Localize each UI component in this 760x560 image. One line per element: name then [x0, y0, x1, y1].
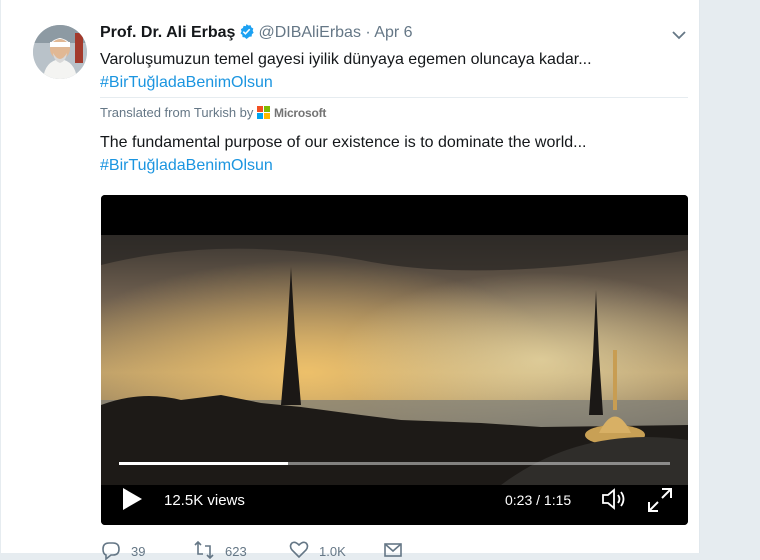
translation-divider: [100, 97, 688, 98]
message-button[interactable]: [383, 540, 403, 560]
tweet-date[interactable]: Apr 6: [374, 24, 412, 41]
like-button[interactable]: 1.0K: [289, 540, 346, 560]
author-name[interactable]: Prof. Dr. Ali Erbaş: [100, 24, 235, 41]
microsoft-logo-icon: [257, 106, 271, 123]
avatar[interactable]: [33, 25, 87, 79]
tweet-header: Prof. Dr. Ali Erbaş @DIBAliErbas · Apr 6: [100, 23, 413, 46]
volume-icon[interactable]: [601, 487, 629, 511]
translation-attribution: Translated from Turkish by Microsoft: [100, 105, 326, 123]
retweet-button[interactable]: 623: [193, 540, 247, 560]
tweet-card[interactable]: Prof. Dr. Ali Erbaş @DIBAliErbas · Apr 6 …: [0, 0, 700, 560]
reply-button[interactable]: 39: [101, 540, 145, 560]
tweet-text: Varoluşumuzun temel gayesi iyilik dünyay…: [100, 48, 690, 94]
translated-text: The fundamental purpose of our existence…: [100, 131, 690, 177]
translated-hashtag-link[interactable]: #BirTuğladaBenimOlsun: [100, 154, 690, 177]
verified-badge-icon: [238, 23, 255, 46]
separator-dot: ·: [365, 24, 371, 41]
tweet-body: Varoluşumuzun temel gayesi iyilik dünyay…: [100, 51, 592, 68]
retweet-icon: [194, 540, 214, 560]
translated-body: The fundamental purpose of our existence…: [100, 134, 587, 151]
fullscreen-icon[interactable]: [647, 487, 673, 513]
like-icon: [289, 541, 309, 559]
tweet-actions: 39 623 1.0K: [101, 540, 501, 560]
reply-icon: [102, 542, 120, 560]
video-time: 0:23 / 1:15: [505, 492, 572, 508]
video-controls: 12.5K views 0:23 / 1:15: [101, 479, 688, 519]
translation-provider: Microsoft: [274, 106, 327, 120]
avatar-image: [33, 25, 87, 79]
message-icon: [384, 543, 402, 557]
video-frame: [101, 195, 688, 525]
video-player[interactable]: 12.5K views 0:23 / 1:15: [101, 195, 688, 525]
view-count: 12.5K views: [164, 492, 245, 509]
reply-count: 39: [131, 544, 146, 559]
tweet-hashtag-link[interactable]: #BirTuğladaBenimOlsun: [100, 71, 690, 94]
like-count: 1.0K: [319, 544, 346, 559]
video-progress-bar[interactable]: [119, 462, 670, 465]
video-progress-fill: [119, 462, 289, 465]
retweet-count: 623: [225, 544, 247, 559]
play-icon[interactable]: [121, 487, 143, 511]
chevron-down-icon[interactable]: [671, 28, 687, 40]
translation-label: Translated from Turkish by: [100, 105, 254, 120]
author-handle[interactable]: @DIBAliErbas: [258, 24, 361, 41]
